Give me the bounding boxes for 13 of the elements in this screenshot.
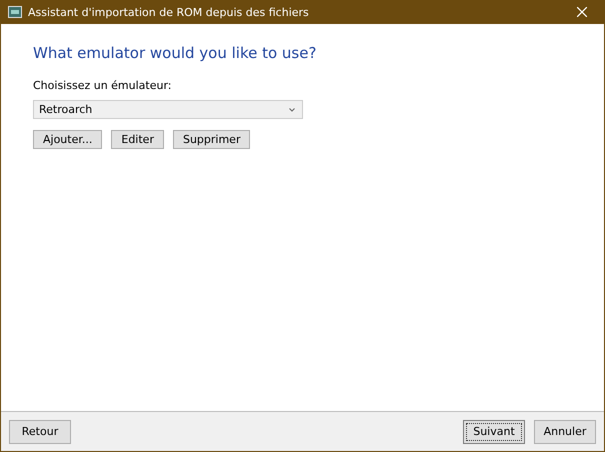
footer-button[interactable]: Annuler	[534, 420, 596, 444]
app-icon	[8, 6, 22, 18]
field-label: Choisissez un émulateur:	[33, 79, 172, 92]
footer-button[interactable]: Retour	[9, 420, 71, 444]
page-heading: What emulator would you like to use?	[33, 44, 316, 62]
caret-icon	[289, 108, 295, 112]
action-button[interactable]: Supprimer	[172, 130, 250, 149]
close-icon	[577, 7, 587, 17]
footer-button[interactable]: Suivant	[463, 420, 525, 444]
action-button[interactable]: Editer	[111, 130, 164, 149]
emulator-dropdown[interactable]: Retroarch	[33, 100, 303, 119]
action-button[interactable]: Ajouter...	[33, 130, 102, 149]
window-title: Assistant d'importation de ROM depuis des fichiers	[28, 6, 310, 18]
